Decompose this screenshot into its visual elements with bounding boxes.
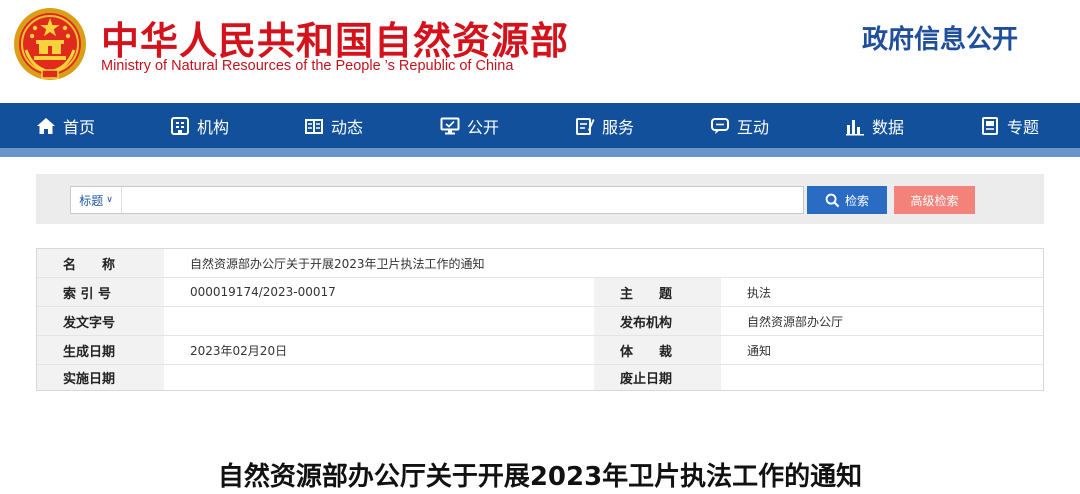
genre-label: 体 裁 — [594, 336, 721, 364]
nav-item-label: 首页 — [63, 117, 96, 137]
effective-value — [164, 365, 594, 390]
search-field-select[interactable]: 标题 ∨ — [71, 187, 122, 213]
main-nav: 首页 机构 动态 公开 服务 互动 数据 专题 — [0, 103, 1080, 148]
name-value: 自然资源部办公厅关于开展2023年卫片执法工作的通知 — [190, 256, 485, 271]
nav-item-label: 动态 — [331, 117, 364, 137]
chevron-down-icon: ∨ — [106, 195, 113, 205]
nav-item-label: 专题 — [1007, 117, 1040, 137]
nav-item-label: 数据 — [872, 117, 905, 137]
chart-icon — [846, 119, 864, 135]
home-icon — [37, 117, 55, 134]
document-info-table: 名 称 自然资源部办公厅关于开展2023年卫片执法工作的通知 索 引 号 000… — [36, 248, 1044, 391]
index-label: 索 引 号 — [37, 278, 164, 306]
table-row: 生成日期 2023年02月20日 体 裁 通知 — [37, 336, 1043, 364]
news-icon — [305, 118, 323, 134]
date-value: 2023年02月20日 — [190, 343, 288, 358]
nav-item-label: 机构 — [197, 117, 230, 137]
table-row: 索 引 号 000019174/2023-00017 主 题 执法 — [37, 278, 1043, 306]
nav-item-label: 服务 — [602, 117, 635, 137]
nav-accent-stripe — [0, 148, 1080, 157]
search-button[interactable]: 检索 — [807, 186, 887, 214]
search-field-label: 标题 — [79, 193, 104, 208]
service-icon — [576, 117, 595, 135]
table-row: 名 称 自然资源部办公厅关于开展2023年卫片执法工作的通知 — [37, 249, 1043, 277]
expiry-label: 废止日期 — [594, 365, 721, 390]
doc-no-value — [164, 307, 594, 335]
chat-icon — [711, 117, 729, 134]
genre-value: 通知 — [747, 343, 772, 358]
gov-info-disclosure-title[interactable]: 政府信息公开 — [862, 19, 1018, 56]
advanced-search-button[interactable]: 高级检索 — [894, 186, 975, 214]
issuer-value: 自然资源部办公厅 — [747, 314, 844, 329]
nav-item-service[interactable]: 服务 — [575, 103, 634, 148]
nav-item-topic[interactable]: 专题 — [980, 103, 1039, 148]
org-icon — [171, 116, 189, 135]
subject-label: 主 题 — [594, 278, 721, 306]
nav-item-label: 互动 — [737, 117, 770, 137]
name-label: 名 称 — [37, 249, 164, 277]
issuer-label: 发布机构 — [594, 307, 721, 335]
effective-label: 实施日期 — [37, 365, 164, 390]
nav-item-label: 公开 — [467, 117, 500, 137]
ministry-title-cn[interactable]: 中华人民共和国自然资源部 — [101, 10, 569, 65]
search-box: 标题 ∨ — [70, 186, 804, 214]
nav-item-data[interactable]: 数据 — [845, 103, 904, 148]
nav-item-news[interactable]: 动态 — [304, 103, 363, 148]
search-button-label: 检索 — [844, 193, 869, 208]
nav-item-home[interactable]: 首页 — [36, 103, 95, 148]
monitor-icon — [440, 117, 460, 134]
nav-item-interact[interactable]: 互动 — [710, 103, 769, 148]
search-icon — [825, 193, 840, 207]
nav-item-org[interactable]: 机构 — [170, 103, 229, 148]
index-value: 000019174/2023-00017 — [190, 285, 336, 299]
site-header: 中华人民共和国自然资源部 Ministry of Natural Resourc… — [0, 0, 1080, 103]
ministry-title-en: Ministry of Natural Resources of the Peo… — [101, 58, 514, 74]
expiry-value — [721, 365, 1043, 390]
table-row: 发文字号 发布机构 自然资源部办公厅 — [37, 307, 1043, 335]
search-panel: 标题 ∨ 检索 高级检索 — [36, 174, 1044, 224]
table-row: 实施日期 废止日期 — [37, 365, 1043, 390]
topic-icon — [982, 116, 998, 135]
date-label: 生成日期 — [37, 336, 164, 364]
national-emblem-icon[interactable] — [12, 6, 88, 82]
search-input[interactable] — [123, 187, 803, 213]
article-title: 自然资源部办公厅关于开展2023年卫片执法工作的通知 — [217, 462, 863, 492]
doc-no-label: 发文字号 — [37, 307, 164, 335]
nav-item-public[interactable]: 公开 — [440, 103, 499, 148]
subject-value: 执法 — [747, 285, 772, 300]
